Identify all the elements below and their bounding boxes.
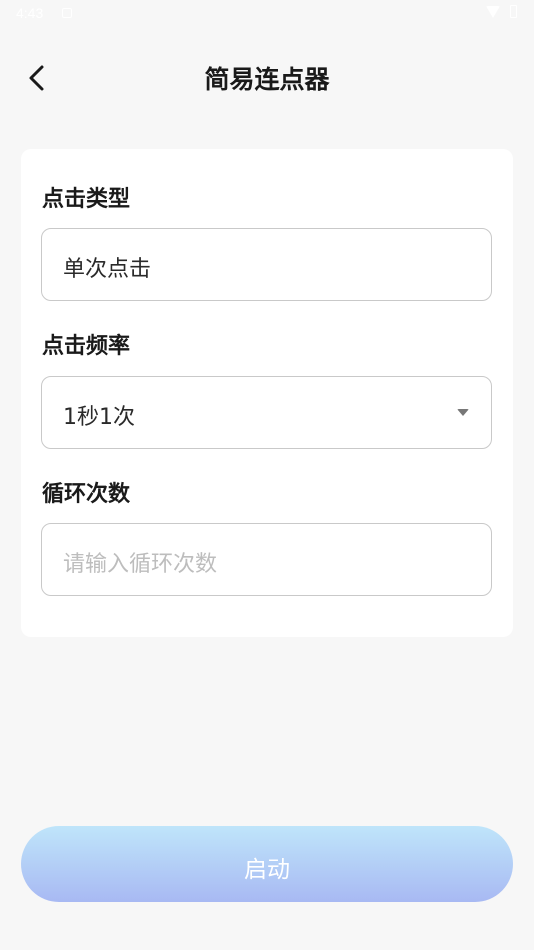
page-title: 简易连点器 (204, 65, 330, 94)
app-bar: 简易连点器 (0, 40, 534, 116)
loop-count-input[interactable]: 请输入循环次数 (41, 523, 492, 596)
click-frequency-dropdown[interactable]: 1秒1次 (41, 376, 492, 449)
settings-card: 点击类型 单次点击 点击频率 1秒1次 循环次数 请输入循环次数 (21, 149, 513, 637)
notification-icon (62, 8, 72, 18)
battery-icon (510, 5, 517, 18)
caret-down-icon (457, 409, 469, 416)
wifi-icon (486, 6, 500, 18)
click-type-label: 点击类型 (42, 187, 131, 212)
status-time: 4:43 (16, 5, 44, 21)
loop-count-label: 循环次数 (42, 482, 131, 507)
loop-count-placeholder: 请输入循环次数 (63, 552, 218, 577)
click-frequency-label: 点击频率 (42, 334, 131, 359)
start-button-label: 启动 (244, 857, 290, 883)
click-frequency-value: 1秒1次 (63, 405, 135, 430)
start-button[interactable]: 启动 (21, 826, 513, 902)
status-bar: 4:43 (0, 0, 534, 28)
click-type-value: 单次点击 (63, 257, 152, 282)
click-type-field[interactable]: 单次点击 (41, 228, 492, 301)
